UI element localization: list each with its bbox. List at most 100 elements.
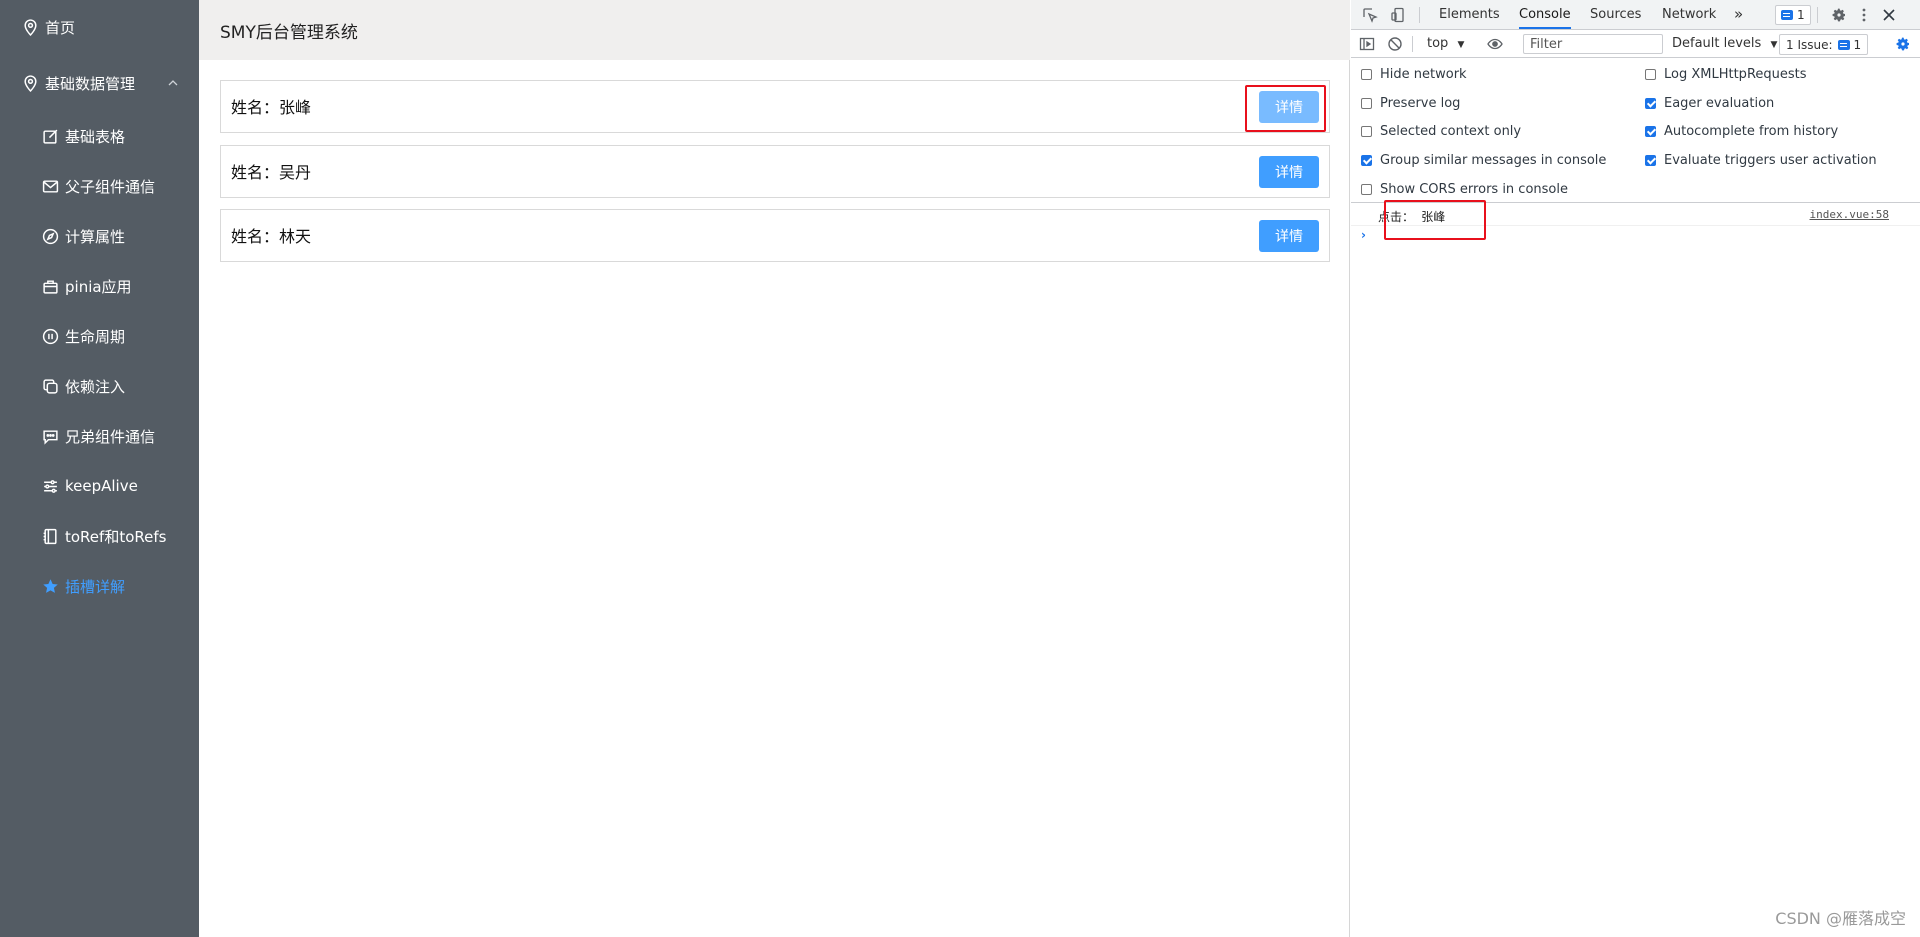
devtools-panel: Elements Console Sources Network » 1 top… [1351, 0, 1920, 937]
console-output: 点击： 张峰 index.vue:58 › [1351, 204, 1920, 937]
sidebar-item-basic-data[interactable]: 基础数据管理 [0, 58, 199, 108]
tab-console[interactable]: Console [1519, 0, 1571, 29]
option-label: Group similar messages in console [1380, 153, 1607, 168]
checkbox[interactable] [1645, 69, 1656, 80]
inspect-element-icon[interactable] [1359, 4, 1381, 26]
sidebar-toggle-icon[interactable] [1356, 33, 1378, 55]
caret-down-icon: ▼ [1770, 40, 1778, 50]
checkbox[interactable] [1361, 184, 1372, 195]
console-toolbar: top ▼ Default levels ▼ 1 Issue: 1 [1351, 30, 1920, 58]
sidebar-item-slots[interactable]: 插槽详解 [0, 561, 199, 611]
option-hide-network[interactable]: Hide network [1361, 67, 1467, 82]
tab-elements[interactable]: Elements [1439, 0, 1500, 29]
sidebar-item-parent-child[interactable]: 父子组件通信 [0, 161, 199, 211]
console-prompt-icon[interactable]: › [1361, 228, 1366, 242]
messages-badge[interactable]: 1 [1775, 5, 1811, 25]
log-message: 点击： 张峰 [1378, 210, 1446, 224]
name-label: 姓名：吴丹 [231, 163, 312, 182]
sidebar-item-pinia[interactable]: pinia应用 [0, 261, 199, 311]
log-source-link[interactable]: index.vue:58 [1810, 208, 1889, 221]
message-icon [41, 177, 59, 195]
option-label: Show CORS errors in console [1380, 182, 1568, 197]
close-icon[interactable] [1878, 4, 1900, 26]
sidebar-item-keepalive[interactable]: keepAlive [0, 461, 199, 511]
sidebar-item-inject[interactable]: 依赖注入 [0, 361, 199, 411]
sidebar-item-label: 基础数据管理 [45, 74, 136, 93]
option-label: Selected context only [1380, 124, 1522, 139]
sidebar-item-label: 生命周期 [65, 327, 126, 346]
checkbox[interactable] [1361, 98, 1372, 109]
option-preserve-log[interactable]: Preserve log [1361, 96, 1460, 111]
filter-input[interactable] [1523, 34, 1663, 54]
sidebar: 首页 基础数据管理 基础表格 父子组件通信 计算属性 pinia应用 生命周期 … [0, 0, 199, 937]
context-select[interactable]: top ▼ [1427, 34, 1464, 54]
option-label: Log XMLHttpRequests [1664, 67, 1807, 82]
sidebar-item-basic-table[interactable]: 基础表格 [0, 111, 199, 161]
device-toolbar-icon[interactable] [1387, 4, 1409, 26]
option-eager-eval[interactable]: Eager evaluation [1645, 96, 1774, 111]
list-item: 姓名：林天 详情 [220, 209, 1330, 262]
option-evaluate-triggers[interactable]: Evaluate triggers user activation [1645, 153, 1877, 168]
devtools-tabbar: Elements Console Sources Network » 1 [1351, 0, 1920, 30]
sidebar-item-label: 兄弟组件通信 [65, 427, 156, 446]
context-value: top [1427, 36, 1449, 51]
sidebar-item-label: 父子组件通信 [65, 177, 156, 196]
checkbox[interactable] [1361, 126, 1372, 137]
sliders-icon [41, 477, 59, 495]
checkbox[interactable] [1361, 69, 1372, 80]
detail-button[interactable]: 详情 [1259, 91, 1319, 123]
option-autocomplete[interactable]: Autocomplete from history [1645, 124, 1838, 139]
sidebar-item-sibling[interactable]: 兄弟组件通信 [0, 411, 199, 461]
watermark: CSDN @雁落成空 [1775, 909, 1906, 928]
page-header: SMY后台管理系统 [199, 0, 1350, 60]
gear-icon[interactable] [1828, 4, 1850, 26]
option-label: Autocomplete from history [1664, 124, 1839, 139]
separator [1419, 7, 1420, 23]
sidebar-item-label: toRef和toRefs [65, 527, 167, 546]
console-settings-icon[interactable] [1892, 33, 1914, 55]
checkbox[interactable] [1645, 98, 1656, 109]
sidebar-item-lifecycle[interactable]: 生命周期 [0, 311, 199, 361]
tab-sources[interactable]: Sources [1590, 0, 1641, 29]
chat-icon [1781, 10, 1793, 20]
eye-icon[interactable] [1484, 33, 1506, 55]
message-count: 1 [1797, 8, 1805, 22]
chevron-up-icon [168, 80, 178, 86]
location-icon [21, 18, 39, 36]
sidebar-item-label: 依赖注入 [65, 377, 126, 396]
more-tabs-icon[interactable]: » [1734, 0, 1743, 29]
location-icon [21, 74, 39, 92]
edit-icon [41, 127, 59, 145]
detail-button[interactable]: 详情 [1259, 220, 1319, 252]
option-label: Evaluate triggers user activation [1664, 153, 1877, 168]
checkbox[interactable] [1361, 155, 1372, 166]
option-selected-context[interactable]: Selected context only [1361, 124, 1521, 139]
sidebar-item-label: keepAlive [65, 477, 138, 495]
star-icon [41, 577, 59, 595]
option-log-xhr[interactable]: Log XMLHttpRequests [1645, 67, 1807, 82]
sidebar-item-toref[interactable]: toRef和toRefs [0, 511, 199, 561]
compass-icon [41, 227, 59, 245]
kebab-menu-icon[interactable] [1853, 4, 1875, 26]
sidebar-item-computed[interactable]: 计算属性 [0, 211, 199, 261]
option-label: Eager evaluation [1664, 96, 1775, 111]
log-levels-select[interactable]: Default levels ▼ [1672, 34, 1777, 54]
name-label: 姓名：张峰 [231, 98, 312, 117]
main-content: SMY后台管理系统 姓名：张峰 详情 姓名：吴丹 详情 姓名：林天 详情 [199, 0, 1350, 937]
tab-network[interactable]: Network [1662, 0, 1716, 29]
sidebar-item-label: 计算属性 [65, 227, 126, 246]
detail-button[interactable]: 详情 [1259, 156, 1319, 188]
option-label: Hide network [1380, 67, 1467, 82]
clear-console-icon[interactable] [1384, 33, 1406, 55]
option-show-cors[interactable]: Show CORS errors in console [1361, 182, 1568, 197]
issues-count: 1 [1853, 37, 1862, 52]
list-item: 姓名：吴丹 详情 [220, 145, 1330, 198]
checkbox[interactable] [1645, 155, 1656, 166]
page-title: SMY后台管理系统 [220, 22, 358, 43]
chat-dots-icon [41, 427, 59, 445]
issues-button[interactable]: 1 Issue: 1 [1779, 34, 1869, 55]
sidebar-item-home[interactable]: 首页 [0, 2, 199, 52]
option-group-similar[interactable]: Group similar messages in console [1361, 153, 1606, 168]
checkbox[interactable] [1645, 126, 1656, 137]
list-item: 姓名：张峰 详情 [220, 80, 1330, 133]
